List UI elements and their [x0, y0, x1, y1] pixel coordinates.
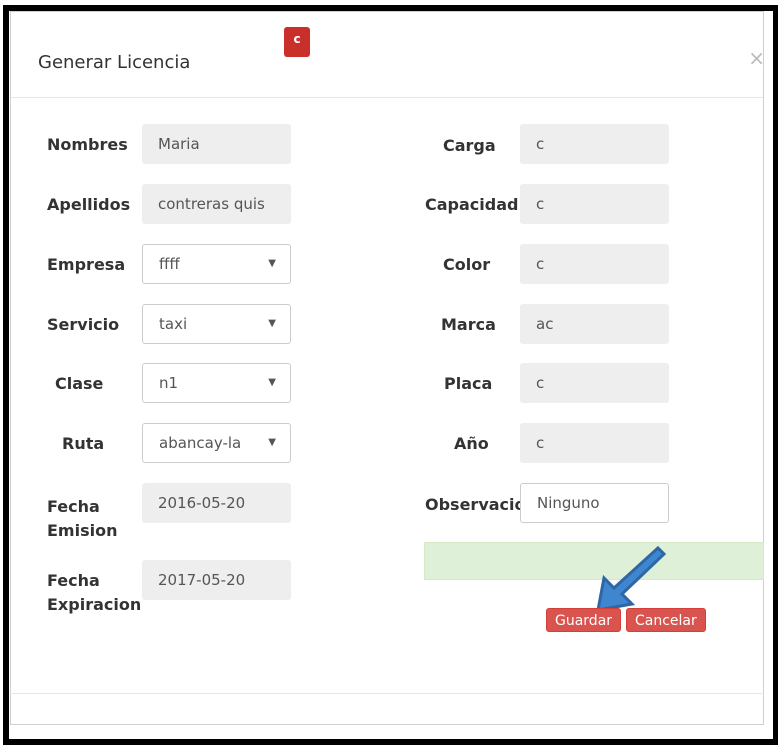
cancelar-button[interactable]: Cancelar [626, 608, 706, 632]
label-ruta: Ruta [62, 434, 105, 453]
chevron-down-icon: ▼ [268, 377, 276, 388]
chevron-down-icon: ▼ [268, 318, 276, 329]
label-placa: Placa [444, 374, 493, 393]
label-capacidad: Capacidad [425, 195, 519, 214]
label-apellidos: Apellidos [47, 195, 131, 214]
clase-select-value: n1 [159, 374, 179, 392]
label-fecha-expiracion: Fecha Expiracion [47, 571, 142, 614]
carga-input[interactable]: c [520, 124, 669, 164]
placa-input[interactable]: c [520, 363, 669, 403]
label-carga: Carga [443, 136, 496, 155]
label-fecha-emision: Fecha Emision [47, 497, 118, 540]
guardar-button[interactable]: Guardar [546, 608, 622, 632]
anio-input[interactable]: c [520, 423, 669, 463]
label-observacion: Observacio [425, 495, 520, 514]
empresa-select-value: ffff [159, 255, 180, 273]
arrow-pointer-icon [596, 545, 667, 612]
nombres-input[interactable]: Maria [142, 124, 291, 164]
apellidos-input[interactable]: contreras quis [142, 184, 291, 224]
label-clase: Clase [55, 374, 104, 393]
capacidad-input[interactable]: c [520, 184, 669, 224]
ruta-select-value: abancay-la [159, 434, 242, 452]
fecha-expiracion-input[interactable]: 2017-05-20 [142, 560, 291, 600]
servicio-select-value: taxi [159, 315, 188, 333]
modal-footer-divider [10, 693, 762, 694]
color-input[interactable]: c [520, 244, 669, 284]
chevron-down-icon: ▼ [268, 437, 276, 448]
fecha-emision-input[interactable]: 2016-05-20 [142, 483, 291, 523]
label-color: Color [443, 255, 491, 274]
clase-select[interactable]: n1 ▼ [142, 363, 291, 403]
label-empresa: Empresa [47, 255, 126, 274]
servicio-select[interactable]: taxi ▼ [142, 304, 291, 344]
modal-header: Generar Licencia × [11, 12, 765, 98]
modal-title: Generar Licencia [38, 52, 191, 73]
chevron-down-icon: ▼ [268, 258, 276, 269]
observacion-input[interactable]: Ninguno [520, 483, 669, 523]
badge: c [284, 27, 310, 57]
label-anio: Año [454, 434, 489, 453]
empresa-select[interactable]: ffff ▼ [142, 244, 291, 284]
label-servicio: Servicio [47, 315, 120, 334]
ruta-select[interactable]: abancay-la ▼ [142, 423, 291, 463]
close-icon[interactable]: × [748, 46, 765, 70]
label-nombres: Nombres [47, 135, 128, 154]
marca-input[interactable]: ac [520, 304, 669, 344]
label-marca: Marca [441, 315, 496, 334]
